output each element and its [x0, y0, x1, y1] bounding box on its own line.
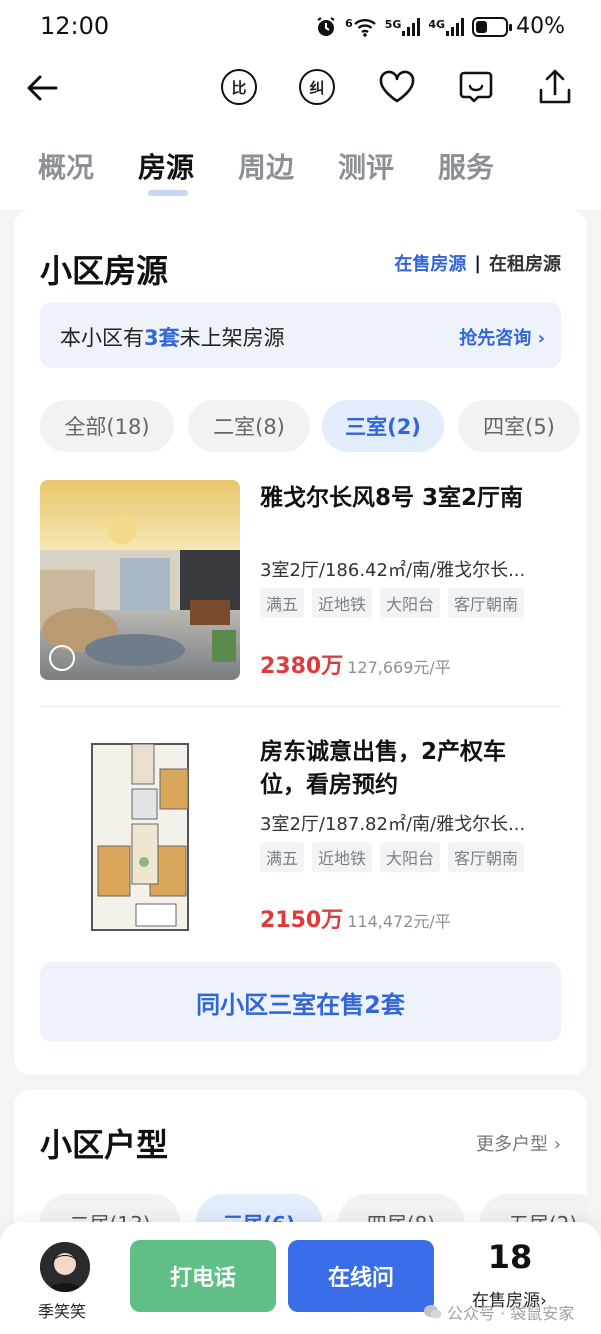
listing-tags: 满五 近地铁 大阳台 客厅朝南 [260, 588, 525, 618]
section-title: 小区户型 [40, 1126, 169, 1164]
unlisted-notice[interactable]: 本小区有3套未上架房源 抢先咨询 › [40, 302, 561, 368]
listings-card: 小区房源 在售房源 | 在租房源 本小区有3套未上架房源 抢先咨询 › 全部(1… [14, 210, 587, 1075]
tab-overview[interactable]: 概况 [38, 146, 94, 186]
heart-icon[interactable] [376, 66, 418, 108]
share-icon[interactable] [534, 66, 576, 108]
price-per-sqm: 114,472元/平 [347, 912, 451, 931]
switch-for-rent[interactable]: 在租房源 [489, 250, 561, 276]
listing-divider [40, 706, 561, 707]
floor-plan-image [40, 734, 240, 934]
message-icon[interactable] [455, 66, 497, 108]
section-title: 小区房源 [40, 252, 169, 290]
wifi-icon: 6 [345, 17, 377, 37]
listing-tag: 大阳台 [380, 842, 441, 872]
tab-reviews[interactable]: 测评 [338, 146, 394, 186]
call-button[interactable]: 打电话 [130, 1240, 276, 1312]
listing-description: 3室2厅/186.42㎡/南/雅戈尔长... [260, 560, 526, 581]
bottom-action-bar: 季笑笑 打电话 在线问 18 在售房源› 公众号 · 袋鼠安家 [0, 1222, 601, 1334]
listing-title: 房东诚意出售，2产权车位，看房预约 [260, 739, 507, 798]
battery-fill [476, 20, 488, 33]
listing-title: 雅戈尔长风8号 3室2厅南 [260, 485, 524, 511]
price-per-sqm: 127,669元/平 [347, 658, 451, 677]
listing-tag: 客厅朝南 [448, 588, 525, 618]
chevron-right-icon: › [537, 328, 545, 349]
battery-percent: 40% [516, 14, 565, 39]
tab-surroundings[interactable]: 周边 [238, 146, 294, 186]
tab-services[interactable]: 服务 [438, 146, 494, 186]
chevron-right-icon: › [553, 1134, 561, 1155]
notice-count: 3套 [144, 326, 180, 350]
watermark: 公众号 · 袋鼠安家 [424, 1300, 574, 1324]
price-total: 2150万 [260, 908, 344, 933]
room-filter-chips: 全部(18) 二室(8) 三室(2) 四室(5) [40, 400, 587, 452]
agent-name: 季笑笑 [38, 1302, 87, 1321]
correct-icon[interactable]: 纠 [296, 66, 338, 108]
listing-tag: 近地铁 [312, 588, 373, 618]
tab-bar: 概况 房源 周边 测评 服务 [0, 140, 601, 200]
filter-3-room[interactable]: 三室(2) [322, 400, 444, 452]
switch-for-sale[interactable]: 在售房源 [394, 250, 466, 276]
filter-4-room[interactable]: 四室(5) [458, 400, 580, 452]
listing-tag: 客厅朝南 [448, 842, 525, 872]
filter-all[interactable]: 全部(18) [40, 400, 174, 452]
top-action-bar: 比 纠 [0, 60, 601, 116]
status-time: 12:00 [40, 12, 110, 40]
listing-tag: 满五 [260, 588, 305, 618]
back-icon[interactable] [22, 68, 62, 108]
listing-tag: 大阳台 [380, 588, 441, 618]
listing-tag: 满五 [260, 842, 305, 872]
listing-tag: 近地铁 [312, 842, 373, 872]
signal-4g-icon: 4G [428, 17, 465, 36]
battery-icon [472, 16, 513, 37]
switch-separator: | [474, 252, 481, 274]
listing-price: 2150万 114,472元/平 [260, 902, 451, 934]
online-ask-button[interactable]: 在线问 [288, 1240, 434, 1312]
tab-listings[interactable]: 房源 [138, 146, 194, 186]
status-icons: 6 5G 4G 40% [315, 14, 565, 39]
alarm-icon [317, 16, 335, 36]
same-community-3-room-button[interactable]: 同小区三室在售2套 [40, 962, 561, 1042]
filter-2-room[interactable]: 二室(8) [188, 400, 310, 452]
listing-description: 3室2厅/187.82㎡/南/雅戈尔长... [260, 814, 526, 835]
listing-item[interactable]: 雅戈尔长风8号 3室2厅南 3室2厅/186.42㎡/南/雅戈尔长... 满五 … [40, 480, 561, 682]
wechat-icon [424, 1305, 442, 1319]
tab-active-indicator [148, 190, 188, 196]
listing-price: 2380万 127,669元/平 [260, 648, 451, 680]
listing-item[interactable]: 房东诚意出售，2产权车位，看房预约 3室2厅/187.82㎡/南/雅戈尔长...… [40, 734, 561, 936]
sale-rent-switch: 在售房源 | 在租房源 [394, 250, 561, 276]
notice-text: 本小区有3套未上架房源 [60, 326, 285, 350]
for-sale-count[interactable]: 18 [470, 1238, 550, 1276]
status-bar: 12:00 6 5G 4G 40% [0, 0, 601, 56]
agent-avatar[interactable] [40, 1242, 90, 1292]
listing-tags: 满五 近地铁 大阳台 客厅朝南 [260, 842, 525, 872]
listing-photo [40, 480, 240, 680]
notice-cta[interactable]: 抢先咨询 › [459, 324, 545, 350]
price-total: 2380万 [260, 654, 344, 679]
more-layouts-link[interactable]: 更多户型 › [476, 1130, 561, 1156]
compare-icon[interactable]: 比 [218, 66, 260, 108]
signal-5g-icon: 5G [385, 17, 421, 36]
